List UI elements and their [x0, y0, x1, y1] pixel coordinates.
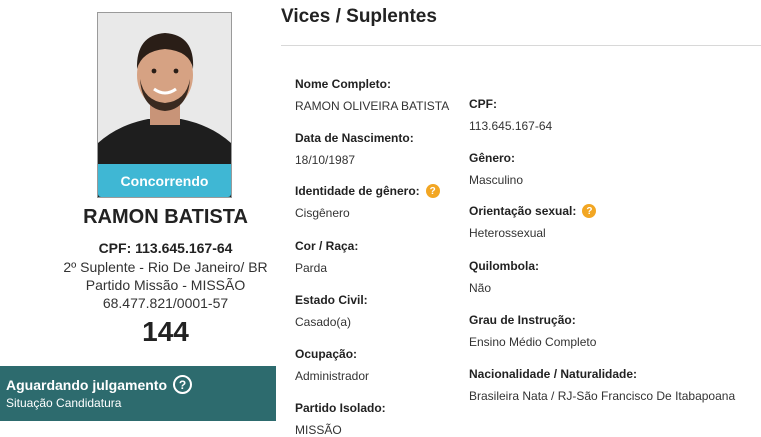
field-data-nascimento: Data de Nascimento: 18/10/1987 [295, 131, 414, 167]
field-cpf: CPF: 113.645.167-64 [469, 97, 552, 133]
field-label: CPF: [469, 97, 497, 111]
field-value: Ensino Médio Completo [469, 335, 597, 349]
field-label: Estado Civil: [295, 293, 368, 307]
candidate-party: Partido Missão - MISSÃO [85, 277, 246, 293]
candidate-position: 2º Suplente - Rio De Janeiro/ BR [63, 259, 268, 275]
field-quilombola: Quilombola: Não [469, 259, 539, 295]
field-value: Parda [295, 261, 328, 275]
candidacy-situation-box: Aguardando julgamento ? Situação Candida… [0, 366, 276, 421]
field-cor-raca: Cor / Raça: Parda [295, 239, 358, 275]
field-value: Brasileira Nata / RJ-São Francisco De It… [469, 389, 736, 403]
field-ocupacao: Ocupação: Administrador [295, 347, 369, 383]
field-nome-completo: Nome Completo: RAMON OLIVEIRA BATISTA [295, 77, 449, 113]
field-value: 18/10/1987 [295, 153, 356, 167]
candidacy-status-pill: Concorrendo [98, 164, 231, 197]
field-label-row: Orientação sexual: ? [469, 204, 597, 218]
field-value: Não [469, 281, 492, 295]
candidacy-situation-title: Aguardando julgamento ? [6, 375, 276, 394]
field-label: Nome Completo: [295, 77, 391, 91]
field-label: Partido Isolado: [295, 401, 386, 415]
candidate-number: 144 [142, 316, 189, 347]
field-label: Nacionalidade / Naturalidade: [469, 367, 638, 381]
field-identidade-genero: Identidade de gênero: ? Cisgênero [295, 184, 440, 220]
candidate-cnpj: 68.477.821/0001-57 [102, 295, 229, 311]
field-value: Heterossexual [469, 226, 546, 240]
field-grau-instrucao: Grau de Instrução: Ensino Médio Completo [469, 313, 596, 349]
field-value: Administrador [295, 369, 370, 383]
field-label: Grau de Instrução: [469, 313, 576, 327]
candidacy-situation-subtitle: Situação Candidatura [6, 396, 122, 410]
candidate-name: RAMON BATISTA [83, 206, 248, 228]
question-circle-icon[interactable]: ? [173, 375, 192, 394]
field-label: Ocupação: [295, 347, 358, 361]
field-label: Data de Nascimento: [295, 131, 414, 145]
field-value: RAMON OLIVEIRA BATISTA [295, 99, 450, 113]
field-nacionalidade: Nacionalidade / Naturalidade: Brasileira… [469, 367, 735, 403]
field-orientacao-sexual: Orientação sexual: ? Heterossexual [469, 204, 597, 240]
field-value: Cisgênero [295, 206, 350, 220]
field-label-row: Identidade de gênero: ? [295, 184, 440, 198]
candidate-photo: Concorrendo [97, 12, 232, 198]
field-label: Orientação sexual: [469, 204, 577, 218]
field-value: 113.645.167-64 [469, 119, 553, 133]
field-value: Casado(a) [295, 315, 352, 329]
candidate-profile: Concorrendo RAMON BATISTA CPF: 113.645.1… [0, 0, 331, 436]
field-label: Identidade de gênero: [295, 184, 420, 198]
info-badge-icon[interactable]: ? [582, 204, 597, 218]
section-title: Vices / Suplentes [281, 6, 437, 27]
field-value: MISSÃO [295, 423, 342, 437]
candidate-cpf: CPF: 113.645.167-64 [98, 240, 233, 256]
field-label: Gênero: [469, 151, 516, 165]
info-badge-icon[interactable]: ? [425, 184, 440, 198]
field-estado-civil: Estado Civil: Casado(a) [295, 293, 368, 329]
field-label: Cor / Raça: [295, 239, 359, 253]
field-value: Masculino [469, 173, 524, 187]
field-partido-isolado: Partido Isolado: MISSÃO [295, 401, 386, 437]
candidacy-situation-label: Aguardando julgamento [6, 376, 167, 393]
field-label: Quilombola: [469, 259, 539, 273]
field-genero: Gênero: Masculino [469, 151, 523, 187]
section-divider [281, 45, 761, 46]
